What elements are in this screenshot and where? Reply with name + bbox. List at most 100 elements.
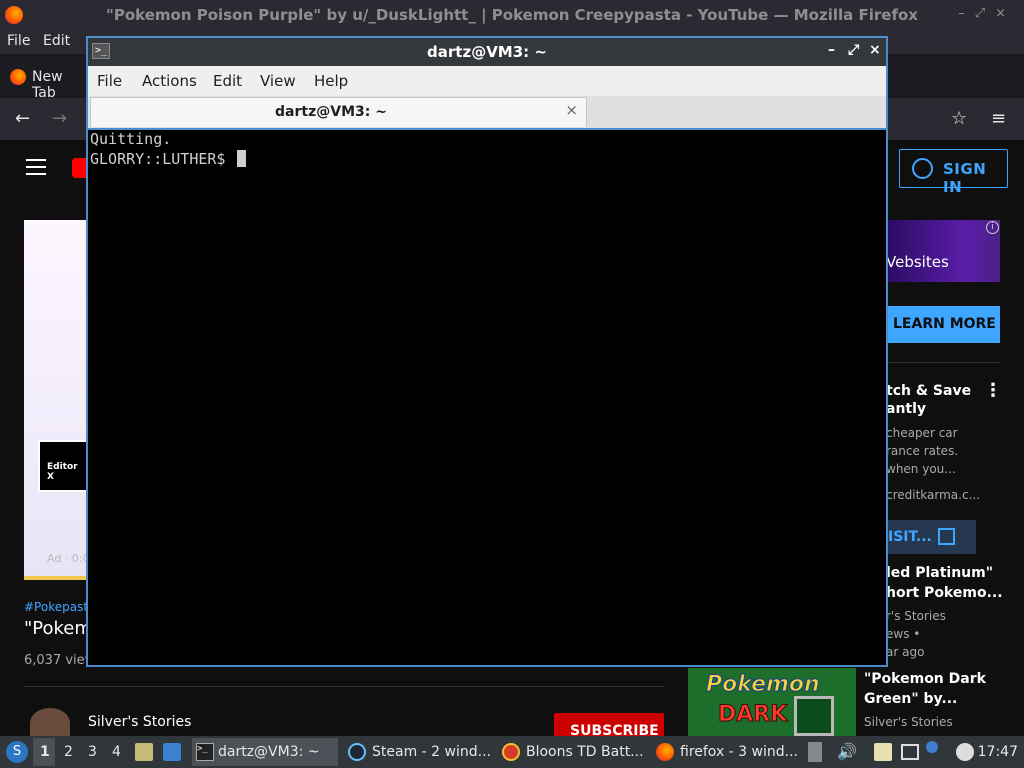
promo-desc-line-1: cheaper car	[886, 426, 958, 440]
workspace-1[interactable]: 1	[33, 738, 55, 766]
account-icon	[912, 158, 933, 179]
terminal-output[interactable]: Quitting. GLORRY::LUTHER$	[88, 128, 886, 665]
bloons-icon	[502, 743, 520, 761]
terminal-prompt: GLORRY::LUTHER$	[90, 150, 235, 168]
ad-label: Ad · 0:0	[47, 552, 90, 565]
task-terminal[interactable]: >_ dartz@VM3: ~	[192, 738, 338, 766]
clipboard-icon[interactable]	[808, 742, 822, 762]
divider	[24, 686, 664, 687]
external-link-icon	[938, 528, 955, 545]
text-cursor	[236, 150, 246, 167]
terminal-tab-label: dartz@VM3: ~	[275, 104, 387, 120]
video-hashtag[interactable]: #Pokepasta	[24, 600, 95, 614]
rec-title-line-2[interactable]: hort Pokemo...	[886, 585, 1003, 601]
steam-tray-icon[interactable]	[956, 743, 974, 761]
terminal-menu-actions[interactable]: Actions	[142, 72, 197, 90]
minimize-icon[interactable]: –	[828, 42, 835, 58]
rec-title-line-1[interactable]: led Platinum"	[886, 565, 993, 581]
sidebar-ad-banner[interactable]: Vebsites	[886, 220, 1000, 282]
terminal-titlebar[interactable]: >_ dartz@VM3: ~ – ⤢ ×	[88, 38, 886, 66]
start-menu-icon[interactable]: S	[6, 741, 28, 763]
task-firefox[interactable]: firefox - 3 wind...	[656, 738, 802, 766]
terminal-tab[interactable]: dartz@VM3: ~ ×	[90, 97, 587, 127]
learn-more-label: LEARN MORE	[893, 316, 996, 332]
volume-icon[interactable]: 🔊	[837, 742, 857, 761]
terminal-tabbar: dartz@VM3: ~ ×	[88, 96, 886, 128]
firefox-menu-edit[interactable]: Edit	[43, 33, 70, 49]
promo-domain: creditkarma.c...	[886, 488, 981, 502]
workspace-4[interactable]: 4	[112, 744, 121, 760]
task-label: dartz@VM3: ~	[218, 744, 320, 760]
firefox-window-controls[interactable]: –⤢×	[958, 6, 1016, 21]
terminal-window[interactable]: >_ dartz@VM3: ~ – ⤢ × File Actions Edit …	[86, 36, 888, 667]
rec-views: ews •	[886, 627, 921, 641]
display-icon[interactable]	[901, 744, 919, 760]
firefox-tab[interactable]: New Tab	[0, 62, 90, 101]
youtube-menu-icon[interactable]	[26, 159, 46, 175]
terminal-menu-help[interactable]: Help	[314, 72, 348, 90]
video-views: 6,037 view	[24, 653, 96, 668]
workspace-label: 1	[40, 744, 50, 760]
task-bloons[interactable]: Bloons TD Batt...	[502, 738, 650, 766]
ad-tile-text: Editor X	[47, 462, 78, 482]
terminal-title: dartz@VM3: ~	[427, 43, 547, 61]
close-icon[interactable]: ×	[869, 42, 881, 58]
channel-avatar[interactable]	[30, 708, 70, 738]
learn-more-button[interactable]: LEARN MORE	[886, 306, 1000, 343]
bookmark-star-icon[interactable]: ☆	[951, 108, 967, 129]
sign-in-button[interactable]: SIGN IN	[899, 149, 1008, 196]
ad-tile[interactable]: Editor X	[38, 440, 88, 492]
promo-desc-line-3: when you...	[886, 462, 956, 476]
channel-name[interactable]: Silver's Stories	[88, 714, 191, 730]
rec2-title-line-2[interactable]: Green" by...	[864, 691, 957, 707]
firefox-window-title: "Pokemon Poison Purple" by u/_DuskLightt…	[106, 6, 918, 24]
terminal-menu-edit[interactable]: Edit	[213, 72, 242, 90]
maximize-icon[interactable]: ⤢	[848, 42, 859, 58]
workspace-3[interactable]: 3	[88, 744, 97, 760]
taskbar: S 1 2 3 4 >_ dartz@VM3: ~ Steam - 2 wind…	[0, 736, 1024, 768]
gameboy-icon	[794, 696, 834, 736]
notification-icon[interactable]	[926, 741, 938, 753]
promo-title-line-1[interactable]: tch & Save	[886, 381, 971, 401]
terminal-icon: >_	[196, 743, 214, 761]
video-title: "Pokem	[24, 618, 92, 639]
task-steam[interactable]: Steam - 2 wind...	[348, 738, 494, 766]
firefox-icon	[656, 743, 674, 761]
hamburger-menu-icon[interactable]: ≡	[991, 108, 1006, 129]
terminal-prompt-line: GLORRY::LUTHER$	[90, 150, 246, 168]
terminal-menubar: File Actions Edit View Help	[88, 66, 886, 96]
visit-site-button[interactable]: ISIT...	[886, 520, 976, 554]
rec-thumbnail[interactable]: Pokemon DARK	[688, 668, 856, 738]
rec-channel: r's Stories	[886, 609, 946, 623]
promo-title-line-2[interactable]: antly	[886, 401, 926, 417]
info-icon[interactable]: i	[986, 221, 999, 234]
firefox-tab-icon	[10, 69, 26, 85]
steam-icon	[348, 743, 366, 761]
video-player[interactable]	[24, 220, 88, 580]
notes-icon[interactable]	[874, 743, 892, 761]
rec-age: ar ago	[886, 645, 925, 659]
thumbnail-text-top: Pokemon	[706, 672, 821, 698]
back-arrow-icon[interactable]: ←	[15, 108, 30, 129]
task-label: firefox - 3 wind...	[680, 744, 798, 760]
workspace-2[interactable]: 2	[64, 744, 73, 760]
terminal-menu-view[interactable]: View	[260, 72, 296, 90]
desktop-icon[interactable]	[163, 743, 181, 761]
file-manager-icon[interactable]	[135, 743, 153, 761]
more-options-icon[interactable]: ⋮	[984, 380, 1002, 401]
firefox-titlebar: "Pokemon Poison Purple" by u/_DuskLightt…	[0, 0, 1024, 30]
ad-progress-bar	[24, 576, 88, 580]
tab-close-icon[interactable]: ×	[565, 101, 578, 119]
promo-desc-line-2: rance rates.	[886, 444, 959, 458]
terminal-menu-file[interactable]: File	[97, 72, 122, 90]
rec2-title-line-1[interactable]: "Pokemon Dark	[864, 671, 986, 687]
forward-arrow-icon[interactable]: →	[52, 108, 67, 129]
ad-banner-text: Vebsites	[886, 253, 949, 271]
clock[interactable]: 17:47	[978, 744, 1018, 760]
firefox-tab-label: New Tab	[32, 69, 63, 101]
rec2-channel: Silver's Stories	[864, 715, 953, 729]
firefox-menu-file[interactable]: File	[7, 33, 30, 49]
divider	[886, 362, 1000, 363]
sign-in-label: SIGN IN	[943, 160, 987, 196]
terminal-line: Quitting.	[90, 130, 172, 148]
